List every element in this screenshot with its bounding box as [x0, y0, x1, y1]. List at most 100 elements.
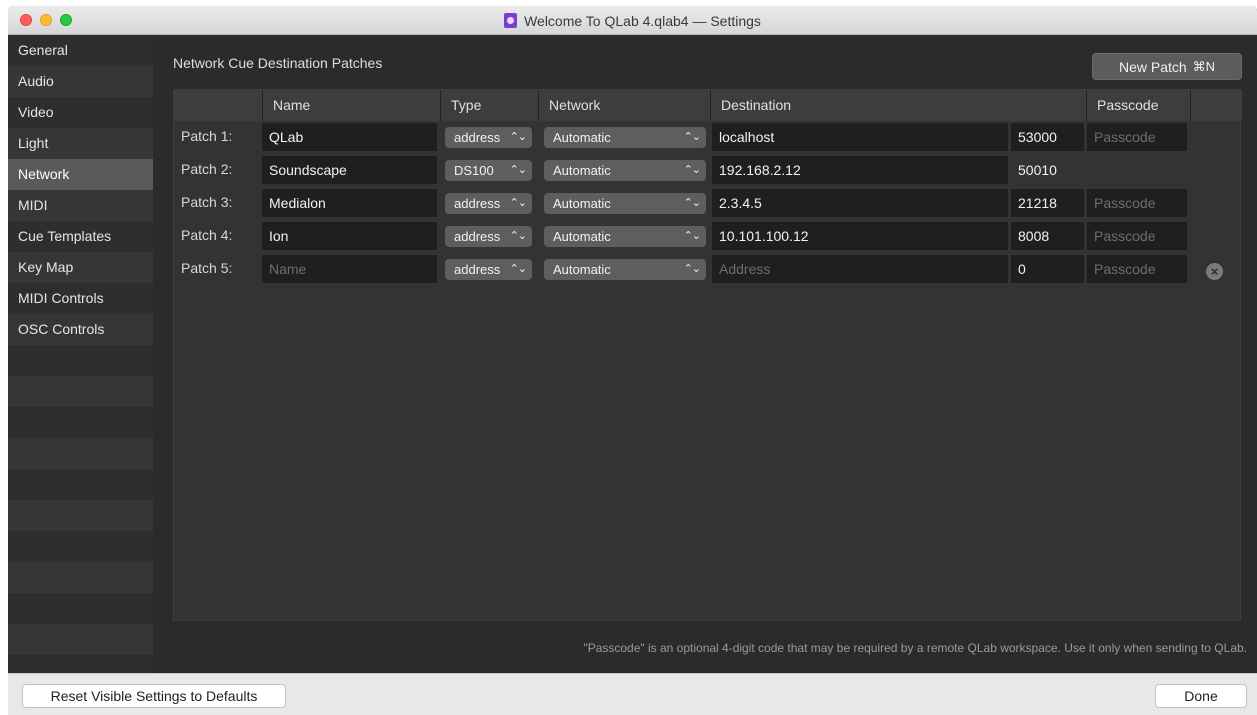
patch-network-value: Automatic	[553, 262, 611, 277]
remove-patch-icon[interactable]: ×	[1206, 263, 1223, 280]
patch-network-popup[interactable]: Automatic ⌃⌄	[544, 259, 706, 280]
title-bar: Welcome To QLab 4.qlab4 — Settings	[8, 6, 1257, 35]
sidebar-empty-row	[8, 376, 153, 407]
patch-port-field[interactable]: 50010	[1011, 156, 1084, 184]
done-button[interactable]: Done	[1155, 684, 1247, 708]
patch-passcode-field[interactable]: Passcode	[1087, 255, 1187, 283]
patch-passcode-field[interactable]: Passcode	[1087, 189, 1187, 217]
new-patch-shortcut: ⌘N	[1192, 58, 1216, 74]
sidebar-empty-row	[8, 500, 153, 531]
new-patch-button[interactable]: New Patch ⌘N	[1092, 53, 1242, 80]
settings-sidebar: General Audio Video Light Network MIDI C…	[8, 35, 153, 673]
patch-row-label: Patch 5:	[181, 260, 233, 276]
patch-name-field[interactable]: Name	[262, 255, 437, 283]
patch-port-field[interactable]: 8008	[1011, 222, 1084, 250]
sidebar-empty-row	[8, 407, 153, 438]
patch-passcode-field[interactable]: Passcode	[1087, 123, 1187, 151]
table-row: Patch 4: Ion address ⌃⌄ Automatic ⌃⌄ 10.…	[174, 220, 1242, 251]
title-group: Welcome To QLab 4.qlab4 — Settings	[8, 6, 1257, 35]
qlab-document-icon	[504, 13, 518, 28]
network-settings-panel: Network Cue Destination Patches New Patc…	[153, 35, 1257, 673]
sidebar-item-key-map[interactable]: Key Map	[8, 252, 153, 283]
sidebar-empty-row	[8, 469, 153, 500]
patch-row-label: Patch 4:	[181, 227, 233, 243]
sidebar-item-audio[interactable]: Audio	[8, 66, 153, 97]
patch-network-popup[interactable]: Automatic ⌃⌄	[544, 160, 706, 181]
reset-defaults-button[interactable]: Reset Visible Settings to Defaults	[22, 684, 286, 708]
sidebar-empty-row	[8, 531, 153, 562]
patch-type-value: address	[454, 196, 501, 211]
sidebar-item-network[interactable]: Network	[8, 159, 153, 190]
patch-name-field[interactable]: Medialon	[262, 189, 437, 217]
sidebar-item-cue-templates[interactable]: Cue Templates	[8, 221, 153, 252]
sidebar-empty-row	[8, 438, 153, 469]
table-header: Name Type Network Destination Passcode	[174, 90, 1242, 121]
patch-network-popup[interactable]: Automatic ⌃⌄	[544, 226, 706, 247]
sidebar-empty-row	[8, 345, 153, 376]
patch-destination-field[interactable]: Address	[712, 255, 1008, 283]
patch-type-popup[interactable]: DS100 ⌃⌄	[445, 160, 532, 181]
patch-network-value: Automatic	[553, 229, 611, 244]
patch-type-popup[interactable]: address ⌃⌄	[445, 193, 532, 214]
patch-network-value: Automatic	[553, 163, 611, 178]
column-header-blank	[1190, 90, 1242, 121]
sidebar-item-midi-controls[interactable]: MIDI Controls	[8, 283, 153, 314]
patch-name-field[interactable]: Ion	[262, 222, 437, 250]
popup-arrows-icon: ⌃⌄	[509, 131, 527, 143]
sidebar-item-midi[interactable]: MIDI	[8, 190, 153, 221]
table-row: Patch 5: Name address ⌃⌄ Automatic ⌃⌄ Ad…	[174, 253, 1242, 284]
patch-type-popup[interactable]: address ⌃⌄	[445, 259, 532, 280]
patch-type-value: address	[454, 229, 501, 244]
sidebar-empty-row	[8, 593, 153, 624]
patch-port-field[interactable]: 53000	[1011, 123, 1084, 151]
table-row: Patch 2: Soundscape DS100 ⌃⌄ Automatic ⌃…	[174, 154, 1242, 185]
new-patch-label: New Patch	[1118, 58, 1187, 75]
column-header-passcode[interactable]: Passcode	[1086, 90, 1190, 121]
patch-type-value: address	[454, 262, 501, 277]
section-title: Network Cue Destination Patches	[173, 55, 383, 71]
patch-port-field[interactable]: 21218	[1011, 189, 1084, 217]
popup-arrows-icon: ⌃⌄	[683, 263, 701, 275]
passcode-footnote: "Passcode" is an optional 4-digit code t…	[583, 641, 1247, 655]
sidebar-empty-row	[8, 624, 153, 655]
patch-destination-field[interactable]: 192.168.2.12	[712, 156, 1008, 184]
table-row: Patch 3: Medialon address ⌃⌄ Automatic ⌃…	[174, 187, 1242, 218]
patch-type-popup[interactable]: address ⌃⌄	[445, 226, 532, 247]
column-header-name[interactable]: Name	[262, 90, 440, 121]
table-row: Patch 1: QLab address ⌃⌄ Automatic ⌃⌄ lo…	[174, 121, 1242, 152]
patch-row-label: Patch 2:	[181, 161, 233, 177]
patch-network-popup[interactable]: Automatic ⌃⌄	[544, 193, 706, 214]
sidebar-item-video[interactable]: Video	[8, 97, 153, 128]
window-title: Welcome To QLab 4.qlab4 — Settings	[524, 12, 761, 29]
sidebar-item-light[interactable]: Light	[8, 128, 153, 159]
sidebar-empty-row	[8, 562, 153, 593]
patch-network-value: Automatic	[553, 196, 611, 211]
popup-arrows-icon: ⌃⌄	[509, 197, 527, 209]
patch-destination-field[interactable]: 10.101.100.12	[712, 222, 1008, 250]
patch-network-value: Automatic	[553, 130, 611, 145]
patch-type-value: address	[454, 130, 501, 145]
popup-arrows-icon: ⌃⌄	[683, 164, 701, 176]
patch-network-popup[interactable]: Automatic ⌃⌄	[544, 127, 706, 148]
popup-arrows-icon: ⌃⌄	[509, 230, 527, 242]
patch-type-value: DS100	[454, 163, 494, 178]
column-header-type[interactable]: Type	[440, 90, 538, 121]
patch-name-field[interactable]: QLab	[262, 123, 437, 151]
popup-arrows-icon: ⌃⌄	[509, 164, 527, 176]
patch-passcode-field[interactable]: Passcode	[1087, 222, 1187, 250]
sidebar-item-general[interactable]: General	[8, 35, 153, 66]
popup-arrows-icon: ⌃⌄	[683, 230, 701, 242]
patch-type-popup[interactable]: address ⌃⌄	[445, 127, 532, 148]
patch-port-field[interactable]: 0	[1011, 255, 1084, 283]
bottom-bar: Reset Visible Settings to Defaults Done	[8, 673, 1257, 715]
patch-destination-field[interactable]: 2.3.4.5	[712, 189, 1008, 217]
patch-name-field[interactable]: Soundscape	[262, 156, 437, 184]
patches-table: Name Type Network Destination Passcode P…	[173, 89, 1242, 621]
sidebar-item-osc-controls[interactable]: OSC Controls	[8, 314, 153, 345]
popup-arrows-icon: ⌃⌄	[509, 263, 527, 275]
patch-destination-field[interactable]: localhost	[712, 123, 1008, 151]
column-header-network[interactable]: Network	[538, 90, 710, 121]
patch-row-label: Patch 1:	[181, 128, 233, 144]
column-header-destination[interactable]: Destination	[710, 90, 1086, 121]
settings-window: Welcome To QLab 4.qlab4 — Settings Gener…	[8, 6, 1257, 715]
